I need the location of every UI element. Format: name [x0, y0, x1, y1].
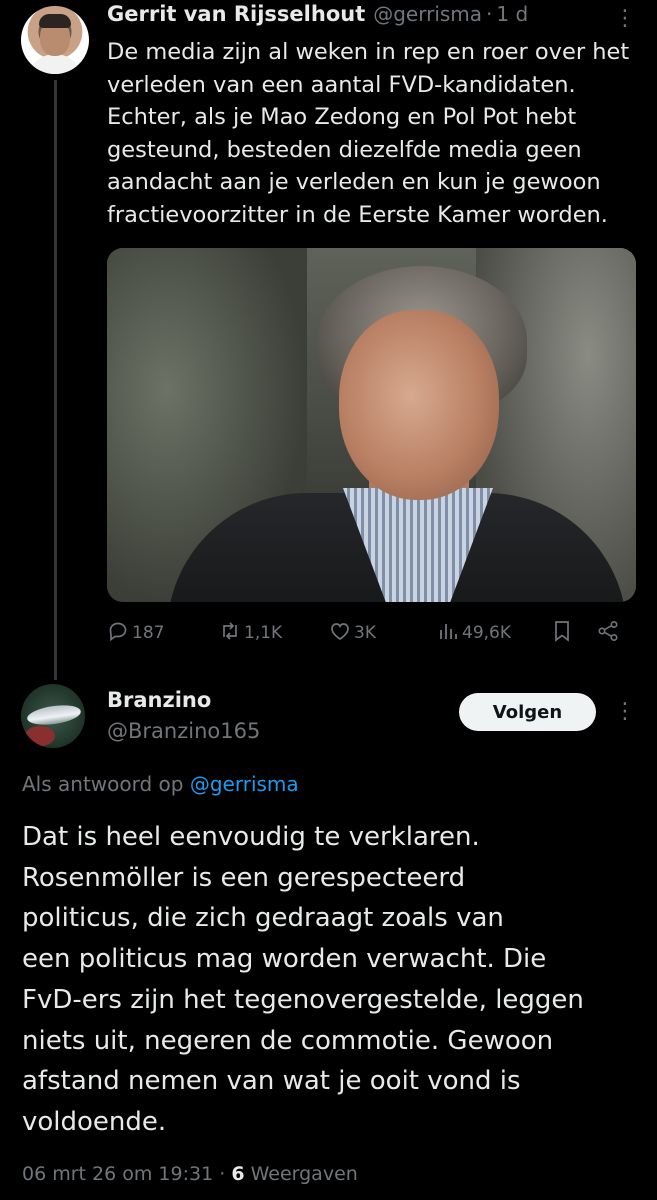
tweet-text-line: verleden van een aantal FVD-kandidaten.: [107, 71, 576, 98]
reply-author-name[interactable]: Branzino: [107, 688, 211, 712]
views-count: 49,6K: [462, 623, 511, 643]
avatar-shirt: [27, 54, 83, 74]
reply-text-line: Dat is heel eenvoudig te verklaren.: [22, 822, 480, 852]
tweet-text-line: De media zijn al weken in rep en roer ov…: [107, 39, 630, 65]
repost-button[interactable]: 1,1K: [219, 618, 282, 648]
bookmark-button[interactable]: [551, 618, 576, 648]
bookmark-icon: [551, 620, 573, 647]
like-count: 3K: [354, 623, 376, 643]
view-count: 6: [231, 1163, 245, 1185]
tweet-photo[interactable]: [107, 248, 636, 602]
reply-text-line: een politicus mag worden verwacht. Die: [22, 944, 547, 975]
more-dots-icon[interactable]: ⋮: [614, 4, 636, 34]
tweet-text-line: aandacht aan je verleden en kun je gewoo…: [107, 169, 601, 195]
reply-text-line: voldoende.: [22, 1106, 167, 1137]
footer-separator: ·: [219, 1163, 226, 1185]
views-bar-icon: [437, 621, 459, 646]
like-button[interactable]: 3K: [329, 618, 376, 648]
avatar-fish: [26, 702, 82, 728]
header-separator: ·: [486, 2, 493, 26]
avatar[interactable]: [21, 6, 89, 74]
view-label: Weergaven: [250, 1163, 358, 1185]
repost-count: 1,1K: [244, 623, 283, 643]
reply-footer: 06 mrt 26 om 19:31 · 6 Weergaven: [22, 1163, 358, 1185]
tweet-time[interactable]: 1 d: [496, 2, 528, 26]
share-icon: [597, 620, 619, 647]
reply-text-line: afstand nemen van wat je ooit vond is: [22, 1066, 521, 1097]
tweet-text: De media zijn al weken in rep en roer ov…: [107, 36, 642, 231]
reply-text-line: FvD-ers zijn het tegenovergestelde, legg…: [22, 984, 584, 1015]
thread-connector-line: [54, 80, 57, 680]
tweet-text-line: fractievoorzitter in de Eerste Kamer wor…: [107, 201, 608, 228]
share-button[interactable]: [597, 618, 622, 648]
views-button[interactable]: 49,6K: [437, 618, 511, 648]
reply-text-line: niets uit, negeren de commotie. Gewoon: [22, 1025, 554, 1056]
reply-context-handle[interactable]: @gerrisma: [190, 772, 299, 796]
follow-button[interactable]: Volgen: [459, 693, 596, 731]
author-name[interactable]: Gerrit van Rijsselhout: [107, 2, 365, 26]
tweet-text-line: Echter, als je Mao Zedong en Pol Pot heb…: [107, 104, 577, 130]
reply-text: Dat is heel eenvoudig te verklaren. Rose…: [22, 817, 637, 1143]
avatar-hair: [39, 14, 71, 28]
reply-author-handle[interactable]: @Branzino165: [107, 719, 260, 743]
avatar[interactable]: [21, 684, 85, 748]
tweet-text-line: gesteund, besteden diezelfde media geen: [107, 136, 582, 163]
tweet-header: Gerrit van Rijsselhout @gerrisma · 1 d: [107, 2, 627, 32]
tweet-actions: 187 1,1K 3K 49,6K: [107, 618, 637, 648]
avatar-seaweed: [25, 726, 55, 746]
photo-face: [339, 310, 499, 500]
author-handle[interactable]: @gerrisma: [373, 2, 482, 26]
reply-text-line: politicus, die zich gedraagt zoals van: [22, 903, 504, 934]
reply-context: Als antwoord op @gerrisma: [22, 772, 299, 796]
heart-icon: [329, 621, 351, 646]
reply-count: 187: [132, 623, 165, 643]
more-dots-icon[interactable]: ⋮: [614, 697, 636, 727]
comment-icon: [107, 621, 129, 646]
reply-text-line: Rosenmöller is een gerespecteerd: [22, 862, 466, 893]
reply-button[interactable]: 187: [107, 618, 164, 648]
reply-date[interactable]: 06 mrt 26 om 19:31: [22, 1163, 213, 1185]
repost-icon: [219, 621, 241, 646]
reply-context-prefix: Als antwoord op: [22, 772, 184, 796]
